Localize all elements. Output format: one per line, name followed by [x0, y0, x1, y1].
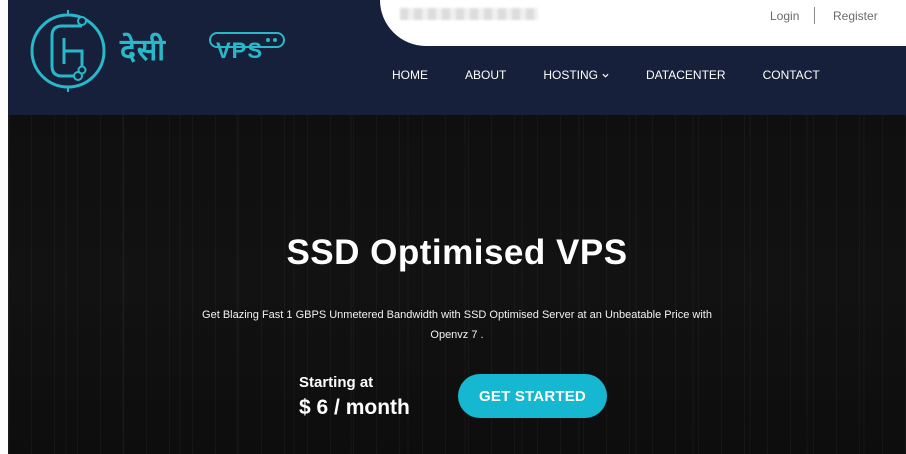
nav-item-label: HOSTING	[543, 68, 599, 82]
nav-item-label: ABOUT	[465, 68, 507, 82]
hero-section: SSD Optimised VPS Get Blazing Fast 1 GBP…	[8, 115, 906, 454]
top-utility-bar: Login Register	[380, 0, 906, 46]
blurred-contact-info	[400, 8, 538, 20]
nav-item-datacenter[interactable]: DATACENTER	[646, 68, 726, 82]
login-link[interactable]: Login	[770, 9, 799, 23]
nav-item-home[interactable]: HOME	[392, 68, 428, 82]
nav-item-contact[interactable]: CONTACT	[763, 68, 820, 82]
browser-frame: Login Register देसी VPS HOME ABOUT HOSTI…	[0, 0, 906, 454]
price-label: Starting at	[299, 374, 374, 391]
register-link[interactable]: Register	[833, 9, 878, 23]
chevron-down-icon	[602, 73, 609, 78]
site-logo[interactable]: देसी VPS	[26, 8, 286, 94]
logo-vps-text: VPS	[216, 38, 264, 63]
hero-title: SSD Optimised VPS	[286, 233, 628, 272]
nav-item-about[interactable]: ABOUT	[465, 68, 506, 82]
topbar-divider	[814, 7, 815, 24]
main-navigation: HOME ABOUT HOSTING DATACENTER CONTACT	[392, 67, 820, 83]
nav-item-hosting[interactable]: HOSTING	[543, 68, 609, 82]
website: Login Register देसी VPS HOME ABOUT HOSTI…	[8, 0, 906, 454]
nav-item-label: HOME	[392, 68, 428, 82]
nav-item-label: DATACENTER	[646, 68, 726, 82]
circuit-letter-icon	[30, 10, 106, 92]
logo-devanagari-text: देसी	[120, 33, 166, 68]
site-header: Login Register देसी VPS HOME ABOUT HOSTI…	[8, 0, 906, 115]
get-started-button[interactable]: GET STARTED	[458, 374, 607, 418]
hero-subtitle: Get Blazing Fast 1 GBPS Unmetered Bandwi…	[202, 309, 712, 341]
nav-item-label: CONTACT	[762, 68, 820, 82]
price-value: $ 6 / month	[299, 396, 410, 419]
